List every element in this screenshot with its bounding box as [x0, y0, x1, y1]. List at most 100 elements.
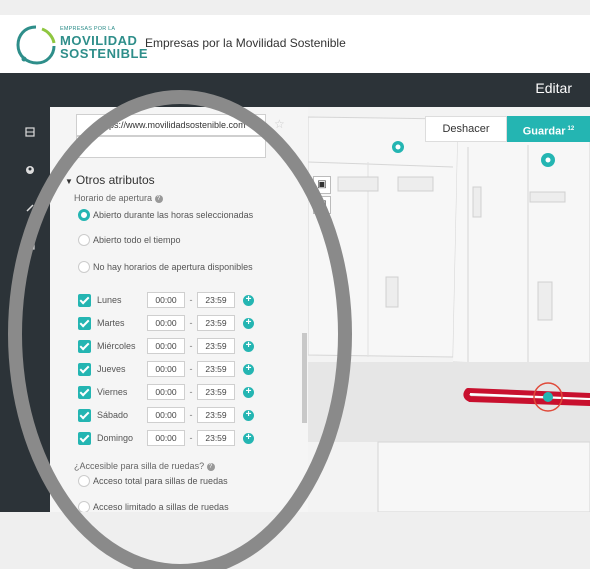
- time-from-input[interactable]: 00:00: [147, 338, 185, 354]
- wheelchair-option-full[interactable]: Acceso total para sillas de ruedas: [78, 474, 228, 488]
- save-button-label: Guardar: [522, 125, 566, 138]
- info-icon[interactable]: ?: [206, 462, 215, 471]
- day-checkbox[interactable]: [78, 293, 91, 307]
- hours-option-none[interactable]: No hay horarios de apertura disponibles: [78, 260, 253, 274]
- opening-hours-text: Horario de apertura: [74, 193, 153, 203]
- add-time-icon[interactable]: +: [243, 363, 254, 375]
- attributes-panel: https://www.movilidadsostenible.com ☆ ▼ O…: [50, 107, 308, 512]
- time-to-input[interactable]: 23:59: [197, 407, 235, 423]
- day-checkbox[interactable]: [78, 339, 91, 353]
- time-to-input[interactable]: 23:59: [197, 315, 235, 331]
- add-time-icon[interactable]: +: [243, 294, 254, 306]
- day-checkbox[interactable]: [78, 362, 91, 376]
- radio-unselected[interactable]: [78, 475, 90, 487]
- left-nav: [0, 107, 50, 512]
- add-time-icon[interactable]: +: [243, 432, 254, 444]
- day-row-sabado: Sábado 00:00 - 23:59 +: [78, 407, 254, 423]
- range-separator: -: [189, 364, 193, 374]
- day-checkbox[interactable]: [78, 431, 91, 445]
- range-separator: -: [189, 387, 193, 397]
- day-name: Jueves: [97, 364, 126, 374]
- map-drawing: [308, 107, 590, 512]
- time-to-input[interactable]: 23:59: [197, 361, 235, 377]
- time-from-input[interactable]: 00:00: [147, 315, 185, 331]
- edit-mode-label[interactable]: Editar: [535, 80, 572, 96]
- range-separator: -: [189, 433, 193, 443]
- day-row-lunes: Lunes 00:00 - 23:59 +: [78, 292, 254, 308]
- wheelchair-option-label: Acceso total para sillas de ruedas: [93, 476, 228, 486]
- website-field[interactable]: https://www.movilidadsostenible.com: [76, 114, 266, 136]
- radio-unselected[interactable]: [78, 501, 90, 512]
- time-from-input[interactable]: 00:00: [147, 361, 185, 377]
- day-name: Miércoles: [97, 341, 136, 351]
- edit-toolbar: Editar: [0, 73, 590, 107]
- radio-unselected[interactable]: [78, 234, 90, 246]
- map-canvas[interactable]: [308, 107, 590, 512]
- grid-icon[interactable]: [25, 127, 35, 137]
- time-to-input[interactable]: 23:59: [197, 338, 235, 354]
- day-checkbox[interactable]: [78, 316, 91, 330]
- day-row-miercoles: Miércoles 00:00 - 23:59 +: [78, 338, 254, 354]
- panel-scrollbar[interactable]: [302, 333, 307, 423]
- hours-option-label: Abierto durante las horas seleccionadas: [93, 210, 254, 220]
- app-title: Empresas por la Movilidad Sostenible: [145, 36, 346, 50]
- info-icon[interactable]: ?: [154, 194, 163, 203]
- page: EMPRESAS POR LA MOVILIDAD SOSTENIBLE Emp…: [0, 0, 590, 569]
- day-row-jueves: Jueves 00:00 - 23:59 +: [78, 361, 254, 377]
- wheelchair-label: ¿Accesible para silla de ruedas? ?: [74, 461, 215, 471]
- image-icon[interactable]: [25, 241, 35, 251]
- opening-hours-label: Horario de apertura ?: [74, 193, 163, 203]
- delete-icon[interactable]: ▥: [313, 196, 331, 214]
- range-separator: -: [189, 318, 193, 328]
- radio-unselected[interactable]: [78, 261, 90, 273]
- day-row-martes: Martes 00:00 - 23:59 +: [78, 315, 254, 331]
- tool-icon[interactable]: [25, 203, 35, 213]
- hours-option-always[interactable]: Abierto todo el tiempo: [78, 233, 181, 247]
- star-icon[interactable]: ☆: [274, 117, 285, 131]
- save-count-badge: 12: [567, 126, 575, 132]
- hours-option-selected[interactable]: Abierto durante las horas seleccionadas: [78, 208, 253, 222]
- map-tools: ▣ ▥: [313, 176, 333, 238]
- time-from-input[interactable]: 00:00: [147, 430, 185, 446]
- day-name: Martes: [97, 318, 125, 328]
- radio-selected[interactable]: [78, 209, 90, 221]
- day-row-viernes: Viernes 00:00 - 23:59 +: [78, 384, 254, 400]
- secondary-field[interactable]: [76, 136, 266, 158]
- day-name: Sábado: [97, 410, 129, 420]
- day-name: Viernes: [97, 387, 128, 397]
- logo-wordmark: EMPRESAS POR LA MOVILIDAD SOSTENIBLE: [60, 26, 149, 61]
- range-separator: -: [189, 410, 193, 420]
- day-row-domingo: Domingo 00:00 - 23:59 +: [78, 430, 254, 446]
- time-from-input[interactable]: 00:00: [147, 384, 185, 400]
- palette-icon[interactable]: [25, 165, 35, 175]
- logo-line-2: MOVILIDAD: [60, 32, 138, 48]
- hours-option-label: No hay horarios de apertura disponibles: [93, 262, 253, 272]
- add-time-icon[interactable]: +: [243, 386, 254, 398]
- logo-line-3: SOSTENIBLE: [60, 45, 149, 61]
- wheelchair-option-label: Acceso limitado a sillas de ruedas: [93, 502, 229, 512]
- add-time-icon[interactable]: +: [243, 409, 254, 421]
- add-time-icon[interactable]: +: [243, 317, 254, 329]
- caret-down-icon: ▼: [65, 177, 73, 186]
- section-title-label: Otros atributos: [75, 173, 155, 187]
- add-photo-icon[interactable]: ▣: [313, 176, 331, 194]
- day-checkbox[interactable]: [78, 385, 91, 399]
- wheelchair-text: ¿Accesible para silla de ruedas?: [74, 461, 205, 471]
- logo-line-1: EMPRESAS POR LA: [60, 26, 116, 32]
- hours-option-label: Abierto todo el tiempo: [93, 235, 181, 245]
- day-name: Lunes: [97, 295, 122, 305]
- day-name: Domingo: [97, 433, 134, 443]
- time-to-input[interactable]: 23:59: [197, 292, 235, 308]
- wheelchair-option-limited[interactable]: Acceso limitado a sillas de ruedas: [78, 500, 229, 512]
- time-to-input[interactable]: 23:59: [197, 384, 235, 400]
- time-from-input[interactable]: 00:00: [147, 407, 185, 423]
- save-button[interactable]: Guardar 12: [507, 116, 590, 142]
- add-time-icon[interactable]: +: [243, 340, 254, 352]
- time-to-input[interactable]: 23:59: [197, 430, 235, 446]
- range-separator: -: [189, 341, 193, 351]
- time-from-input[interactable]: 00:00: [147, 292, 185, 308]
- day-checkbox[interactable]: [78, 408, 91, 422]
- range-separator: -: [189, 295, 193, 305]
- undo-button[interactable]: Deshacer: [425, 116, 507, 142]
- section-title-other-attributes[interactable]: ▼ Otros atributos: [65, 173, 155, 187]
